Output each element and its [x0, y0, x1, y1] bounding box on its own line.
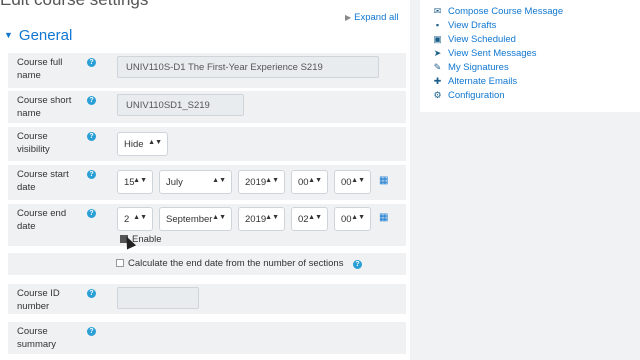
send-icon: ➤: [433, 48, 442, 58]
enddate-row: Course end date ? 2 ▲▼ September ▲▼ 2019 ▲▼…: [8, 204, 406, 246]
enddate-day-select[interactable]: 2 ▲▼: [117, 207, 153, 231]
calc-end-row: Calculate the end date from the number o…: [8, 253, 406, 275]
envelope-icon: ✉: [433, 6, 442, 16]
startdate-day-select[interactable]: 15 ▲▼: [117, 170, 153, 194]
main-content: Edit course settings ▶Expand all ▼Genera…: [0, 0, 410, 360]
calendar-icon[interactable]: ▦: [379, 212, 388, 223]
shortname-input[interactable]: UNIV110SD1_S219: [117, 94, 244, 116]
visibility-select[interactable]: Hide ▲▼: [117, 132, 168, 156]
help-icon[interactable]: ?: [87, 209, 96, 218]
help-icon[interactable]: ?: [87, 58, 96, 67]
idnumber-row: Course ID number ?: [8, 284, 406, 314]
enddate-hour-select[interactable]: 02 ▲▼: [291, 207, 328, 231]
plus-icon: ✚: [433, 76, 442, 86]
enddate-month-select[interactable]: September ▲▼: [159, 207, 232, 231]
calc-end-checkbox[interactable]: Calculate the end date from the number o…: [116, 258, 343, 269]
help-icon[interactable]: ?: [87, 132, 96, 141]
enddate-label: Course end date: [17, 208, 67, 232]
fullname-row: Course full name ? UNIV110S-D1 The First…: [8, 53, 406, 88]
help-icon[interactable]: ?: [87, 289, 96, 298]
help-icon[interactable]: ?: [87, 96, 96, 105]
summary-label: Course summary: [17, 326, 57, 350]
sidebar-item-signatures[interactable]: ✎ My Signatures: [432, 62, 509, 73]
page-title: Edit course settings: [0, 0, 148, 10]
sidebar-item-configuration[interactable]: ⚙ Configuration: [432, 90, 504, 101]
help-icon[interactable]: ?: [87, 170, 96, 179]
startdate-month-select[interactable]: July ▲▼: [159, 170, 232, 194]
calendar-check-icon: ▣: [433, 34, 442, 44]
caret-right-icon: ▶: [345, 13, 352, 22]
expand-all-link[interactable]: ▶ Expand all: [345, 12, 399, 23]
startdate-hour-select[interactable]: 00 ▲▼: [291, 170, 328, 194]
startdate-label: Course start date: [17, 169, 69, 193]
updown-icon: ▲▼: [148, 139, 162, 146]
sidebar-item-alternate-emails[interactable]: ✚ Alternate Emails: [432, 76, 517, 87]
startdate-row: Course start date ? 15 ▲▼ July ▲▼ 2019 ▲▼ 0…: [8, 165, 406, 200]
enddate-minute-select[interactable]: 00 ▲▼: [334, 207, 371, 231]
caret-down-icon: ▼: [4, 30, 13, 40]
quickmail-block: ✉ Compose Course Message ▪ View Drafts ▣ Vi…: [420, 0, 640, 112]
fullname-input[interactable]: UNIV110S-D1 The First-Year Experience S2…: [117, 56, 379, 78]
help-icon[interactable]: ?: [353, 260, 362, 269]
startdate-minute-select[interactable]: 00 ▲▼: [334, 170, 371, 194]
calendar-icon[interactable]: ▦: [379, 175, 388, 186]
section-general-toggle[interactable]: ▼ General: [4, 27, 72, 44]
draft-icon: ▪: [435, 20, 440, 30]
fullname-label: Course full name: [17, 57, 63, 81]
summary-row: Course summary ?: [8, 322, 406, 354]
sidebar-item-sent[interactable]: ➤ View Sent Messages: [432, 48, 537, 59]
help-icon[interactable]: ?: [87, 327, 96, 336]
sidebar-item-drafts[interactable]: ▪ View Drafts: [432, 20, 497, 31]
idnumber-label: Course ID number: [17, 288, 60, 312]
enddate-year-select[interactable]: 2019 ▲▼: [238, 207, 285, 231]
visibility-label: Course visibility: [17, 131, 50, 155]
sidebar-item-compose[interactable]: ✉ Compose Course Message: [432, 6, 563, 17]
pencil-icon: ✎: [433, 62, 442, 72]
visibility-row: Course visibility ? Hide ▲▼: [8, 127, 406, 161]
sidebar-item-scheduled[interactable]: ▣ View Scheduled: [432, 34, 516, 45]
startdate-year-select[interactable]: 2019 ▲▼: [238, 170, 285, 194]
shortname-label: Course short name: [17, 95, 72, 119]
idnumber-input[interactable]: [117, 287, 199, 309]
checkbox-icon: [116, 259, 124, 267]
shortname-row: Course short name ? UNIV110SD1_S219: [8, 91, 406, 123]
gear-icon: ⚙: [433, 90, 442, 100]
